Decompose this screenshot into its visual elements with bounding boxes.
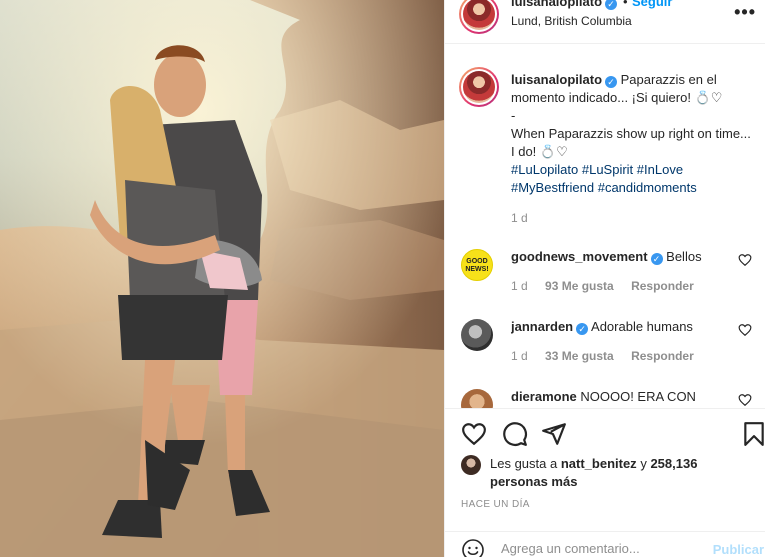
comment-item: dieramone NOOOO! ERA CON [445, 389, 765, 408]
comment-like-heart-icon[interactable] [738, 393, 752, 407]
likes-summary: Les gusta a natt_benitez y 258,136 perso… [461, 455, 740, 491]
hashtag-link[interactable]: #candidmoments [598, 180, 697, 195]
comment-item: GOOD NEWS! goodnews_movement ✓ Bellos 1 d… [445, 249, 765, 309]
commenter-avatar[interactable] [461, 319, 493, 351]
caption-timestamp[interactable]: 1 d [511, 211, 528, 225]
photo-couple-on-rocks [0, 0, 444, 557]
likes-prefix: Les gusta a [490, 456, 558, 471]
heart-emoji-icon: ♡ [710, 90, 723, 105]
follow-button[interactable]: Seguir [632, 0, 672, 9]
verified-badge-icon: ✓ [576, 323, 589, 335]
comment-body: Adorable humans [591, 319, 693, 334]
comment-bubble-icon[interactable] [502, 421, 528, 447]
share-send-icon[interactable] [541, 421, 567, 447]
author-username[interactable]: luisanalopilato ✓ [511, 0, 618, 10]
ring-emoji-icon: 💍 [694, 90, 711, 105]
caption-username[interactable]: luisanalopilato [511, 72, 602, 87]
commenter-username[interactable]: goodnews_movement [511, 249, 648, 264]
heart-emoji-icon-2: ♡ [556, 144, 568, 159]
post-time-ago[interactable]: HACE UN DÍA [461, 499, 530, 510]
likes-and: y [640, 456, 647, 471]
author-avatar[interactable] [459, 0, 499, 34]
caption-author-photo [463, 71, 495, 103]
save-bookmark-icon[interactable] [741, 421, 765, 447]
comment-meta: 1 d 33 Me gusta Responder [511, 349, 708, 363]
author-username-text[interactable]: luisanalopilato [511, 0, 602, 9]
like-heart-icon[interactable] [461, 421, 487, 447]
comment-time[interactable]: 1 d [511, 349, 528, 363]
commenter-username[interactable]: dieramone [511, 389, 577, 404]
header-separator: • [623, 0, 628, 9]
verified-badge-icon: ✓ [605, 0, 618, 10]
liker-username[interactable]: natt_benitez [561, 456, 637, 471]
more-options-icon[interactable]: ••• [734, 2, 756, 23]
liker-avatar[interactable] [461, 455, 481, 475]
reply-button[interactable]: Responder [631, 279, 694, 293]
commenter-avatar[interactable]: GOOD NEWS! [461, 249, 493, 281]
comment-like-heart-icon[interactable] [738, 323, 752, 337]
comment-text: goodnews_movement ✓ Bellos [511, 249, 731, 265]
comment-meta: 1 d 93 Me gusta Responder [511, 279, 708, 293]
comment-input[interactable] [501, 541, 701, 556]
reply-button[interactable]: Responder [631, 349, 694, 363]
commenter-username[interactable]: jannarden [511, 319, 573, 334]
caption-separator: - [511, 108, 516, 123]
ring-emoji-icon-2: 💍 [539, 144, 557, 159]
comment-time[interactable]: 1 d [511, 279, 528, 293]
post-details-panel: luisanalopilato ✓ • Seguir Lund, British … [444, 0, 765, 557]
commenter-avatar[interactable] [461, 389, 493, 408]
instagram-post: luisanalopilato ✓ • Seguir Lund, British … [0, 0, 765, 557]
hashtag-link[interactable]: #LuLopilato [511, 162, 578, 177]
add-comment-bar: Publicar [445, 531, 765, 557]
publish-button[interactable]: Publicar [713, 542, 764, 557]
post-actions: Les gusta a natt_benitez y 258,136 perso… [445, 408, 765, 557]
comment-likes[interactable]: 93 Me gusta [545, 279, 614, 293]
post-location[interactable]: Lund, British Columbia [511, 14, 632, 28]
hashtag-link[interactable]: #InLove [637, 162, 683, 177]
comment-text: dieramone NOOOO! ERA CON [511, 389, 731, 404]
verified-badge-icon: ✓ [650, 253, 663, 265]
verified-badge-icon: ✓ [605, 76, 618, 88]
caption-author-avatar[interactable] [459, 67, 499, 107]
comment-item: jannarden ✓ Adorable humans 1 d 33 Me gus… [445, 319, 765, 379]
post-caption: luisanalopilato ✓ Paparazzis en el moment… [511, 71, 751, 197]
hashtag-link[interactable]: #LuSpirit [582, 162, 633, 177]
comment-text: jannarden ✓ Adorable humans [511, 319, 731, 335]
emoji-smiley-icon[interactable] [461, 538, 485, 557]
comments-list[interactable]: luisanalopilato ✓ Paparazzis en el moment… [445, 45, 765, 408]
comment-likes[interactable]: 33 Me gusta [545, 349, 614, 363]
author-photo [463, 0, 495, 30]
post-header: luisanalopilato ✓ • Seguir Lund, British … [445, 0, 765, 44]
likes-text[interactable]: Les gusta a natt_benitez y 258,136 perso… [490, 455, 740, 491]
comment-like-heart-icon[interactable] [738, 253, 752, 267]
comment-body: Bellos [666, 249, 702, 264]
post-photo[interactable] [0, 0, 444, 557]
comment-body: NOOOO! ERA CON [580, 389, 696, 404]
hashtag-link[interactable]: #MyBestfriend [511, 180, 594, 195]
avatar-logo-text: GOOD NEWS! [465, 258, 489, 273]
